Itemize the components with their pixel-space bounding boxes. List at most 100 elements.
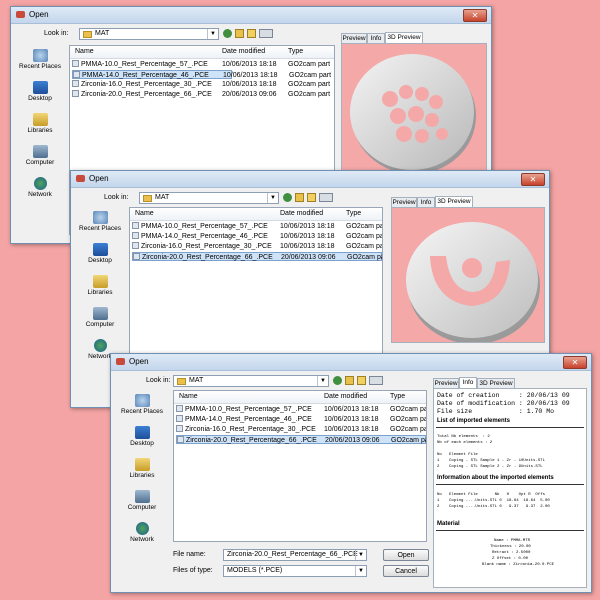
app-icon bbox=[16, 11, 25, 18]
file-icon bbox=[132, 242, 139, 249]
open-dialog-3: Open ✕ Look in: MAT ▼ Recent Places Desk… bbox=[110, 353, 592, 593]
computer-icon bbox=[92, 307, 108, 320]
tab-preview[interactable]: Preview bbox=[341, 33, 367, 43]
look-in-combo[interactable]: MAT ▼ bbox=[79, 28, 219, 40]
col-type[interactable]: Type bbox=[390, 393, 405, 400]
up-folder-icon[interactable] bbox=[235, 29, 244, 38]
col-name[interactable]: Name bbox=[179, 393, 198, 400]
toolbar bbox=[223, 29, 276, 39]
place-libraries[interactable]: Libraries bbox=[115, 458, 169, 488]
back-icon[interactable] bbox=[283, 193, 292, 202]
file-row[interactable]: Zirconia-16.0_Rest_Percentage_30_.PCE 10/… bbox=[176, 425, 426, 434]
tab-preview[interactable]: Preview bbox=[391, 197, 417, 207]
back-icon[interactable] bbox=[223, 29, 232, 38]
close-icon[interactable]: ✕ bbox=[563, 356, 587, 369]
info-size: File size : 1.70 Mo bbox=[437, 408, 555, 415]
col-type[interactable]: Type bbox=[346, 210, 361, 217]
list-header: Name Date modified Type bbox=[70, 46, 334, 59]
place-libraries[interactable]: Libraries bbox=[73, 275, 127, 305]
view-menu-icon[interactable] bbox=[259, 29, 273, 38]
file-icon bbox=[176, 405, 183, 412]
dialog-3-titlebar[interactable]: Open ✕ bbox=[111, 354, 591, 371]
file-row[interactable]: PMMA-10.0_Rest_Percentage_57_.PCE 10/06/2… bbox=[176, 405, 426, 414]
file-name-input[interactable]: Zirconia-20.0_Rest_Percentage_66_.PCE ▼ bbox=[223, 549, 367, 561]
file-type-select[interactable]: MODELS (*.PCE) ▼ bbox=[223, 565, 367, 577]
desktop-icon bbox=[92, 243, 108, 256]
place-desktop[interactable]: Desktop bbox=[115, 426, 169, 456]
chevron-down-icon[interactable]: ▼ bbox=[207, 29, 218, 39]
place-computer[interactable]: Computer bbox=[13, 145, 67, 175]
places-bar: Recent Places Desktop Libraries Computer… bbox=[115, 392, 169, 552]
file-row[interactable]: Zirconia-16.0_Rest_Percentage_30_.PCE 10/… bbox=[132, 242, 382, 251]
cancel-button[interactable]: Cancel bbox=[383, 565, 429, 577]
new-folder-icon[interactable] bbox=[307, 193, 316, 202]
chevron-down-icon[interactable]: ▼ bbox=[355, 550, 366, 560]
new-folder-icon[interactable] bbox=[357, 376, 366, 385]
open-button[interactable]: Open bbox=[383, 549, 429, 561]
file-row[interactable]: PMMA-10.0_Rest_Percentage_57_.PCE 10/06/2… bbox=[72, 60, 332, 69]
col-date[interactable]: Date modified bbox=[324, 393, 367, 400]
libraries-icon bbox=[92, 275, 108, 288]
view-menu-icon[interactable] bbox=[319, 193, 333, 202]
file-icon bbox=[133, 253, 140, 260]
places-bar: Recent Places Desktop Libraries Computer… bbox=[73, 209, 127, 369]
place-computer[interactable]: Computer bbox=[73, 307, 127, 337]
file-row[interactable]: PMMA-14.0_Rest_Percentage_46_.PCE 10/06/2… bbox=[132, 232, 382, 241]
3d-preview-panel[interactable] bbox=[341, 43, 487, 173]
look-in-combo[interactable]: MAT ▼ bbox=[173, 375, 329, 387]
tab-info[interactable]: Info bbox=[417, 197, 435, 207]
place-libraries[interactable]: Libraries bbox=[13, 113, 67, 143]
toolbar bbox=[283, 193, 336, 203]
place-network[interactable]: Network bbox=[13, 177, 67, 207]
file-row[interactable]: PMMA-14.0_Rest_Percentage_46_.PCE 10/06/2… bbox=[176, 415, 426, 424]
toolbar bbox=[333, 376, 386, 386]
tab-info[interactable]: Info bbox=[367, 33, 385, 43]
look-in-value: MAT bbox=[95, 30, 110, 37]
place-desktop[interactable]: Desktop bbox=[73, 243, 127, 273]
place-desktop[interactable]: Desktop bbox=[13, 81, 67, 111]
dialog-1-titlebar[interactable]: Open ✕ bbox=[11, 7, 491, 24]
chevron-down-icon[interactable]: ▼ bbox=[355, 566, 366, 576]
tab-3d-preview[interactable]: 3D Preview bbox=[477, 378, 515, 388]
tab-3d-preview[interactable]: 3D Preview bbox=[385, 32, 423, 43]
look-in-combo[interactable]: MAT ▼ bbox=[139, 192, 279, 204]
place-recent[interactable]: Recent Places bbox=[73, 211, 127, 241]
place-recent[interactable]: Recent Places bbox=[115, 394, 169, 424]
file-row[interactable]: PMMA-10.0_Rest_Percentage_57_.PCE 10/06/2… bbox=[132, 222, 382, 231]
file-icon bbox=[132, 222, 139, 229]
close-icon[interactable]: ✕ bbox=[521, 173, 545, 186]
place-computer[interactable]: Computer bbox=[115, 490, 169, 520]
tab-3d-preview[interactable]: 3D Preview bbox=[435, 196, 473, 207]
view-menu-icon[interactable] bbox=[369, 376, 383, 385]
tab-info[interactable]: Info bbox=[459, 377, 477, 388]
3d-preview-panel[interactable] bbox=[391, 207, 545, 343]
up-folder-icon[interactable] bbox=[295, 193, 304, 202]
col-name[interactable]: Name bbox=[135, 210, 154, 217]
file-row[interactable]: Zirconia-20.0_Rest_Percentage_66_.PCE 20/… bbox=[72, 90, 332, 99]
dialog-1-title: Open bbox=[29, 10, 49, 19]
tab-preview[interactable]: Preview bbox=[433, 378, 459, 388]
place-network[interactable]: Network bbox=[115, 522, 169, 552]
back-icon[interactable] bbox=[333, 376, 342, 385]
col-date[interactable]: Date modified bbox=[222, 48, 265, 55]
chevron-down-icon[interactable]: ▼ bbox=[317, 376, 328, 386]
file-list[interactable]: Name Date modified Type PMMA-10.0_Rest_P… bbox=[173, 390, 427, 542]
file-row-selected[interactable]: Zirconia-20.0_Rest_Percentage_66_.PCE 20/… bbox=[176, 435, 426, 444]
file-row[interactable]: Zirconia-16.0_Rest_Percentage_30_.PCE 10/… bbox=[72, 80, 332, 89]
info-panel: Date of creation : 20/06/13 09 Date of m… bbox=[433, 388, 587, 588]
new-folder-icon[interactable] bbox=[247, 29, 256, 38]
dialog-2-titlebar[interactable]: Open ✕ bbox=[71, 171, 549, 188]
network-icon bbox=[33, 177, 47, 190]
chevron-down-icon[interactable]: ▼ bbox=[267, 193, 278, 203]
close-icon[interactable]: ✕ bbox=[463, 9, 487, 22]
place-recent[interactable]: Recent Places bbox=[13, 49, 67, 79]
up-folder-icon[interactable] bbox=[345, 376, 354, 385]
file-row-selected[interactable]: Zirconia-20.0_Rest_Percentage_66_.PCE 20/… bbox=[132, 252, 382, 261]
desktop-icon bbox=[134, 426, 150, 439]
col-date[interactable]: Date modified bbox=[280, 210, 323, 217]
file-row-selected[interactable]: PMMA-14.0_Rest_Percentage_46_.PCE 10/06/2… bbox=[72, 70, 331, 79]
divider bbox=[436, 530, 584, 531]
col-type[interactable]: Type bbox=[288, 48, 303, 55]
preview-tabs: Preview Info 3D Preview bbox=[391, 196, 541, 207]
col-name[interactable]: Name bbox=[75, 48, 94, 55]
